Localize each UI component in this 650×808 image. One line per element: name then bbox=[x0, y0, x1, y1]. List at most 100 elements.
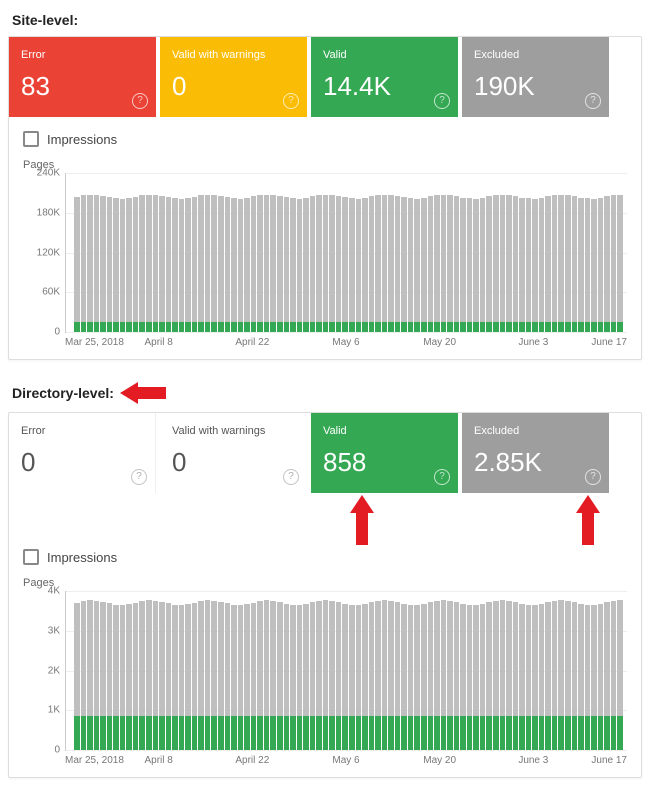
bar bbox=[604, 196, 610, 332]
bar-valid-segment bbox=[500, 322, 506, 332]
bar bbox=[238, 605, 244, 750]
impressions-checkbox[interactable] bbox=[23, 549, 39, 565]
card-excluded[interactable]: Excluded 2.85K ? bbox=[462, 413, 609, 493]
bar-valid-segment bbox=[87, 322, 93, 332]
bar bbox=[120, 605, 126, 750]
bar bbox=[329, 601, 335, 750]
bars bbox=[74, 591, 623, 750]
bars bbox=[74, 173, 623, 332]
bar-valid-segment bbox=[107, 322, 113, 332]
bar-valid-segment bbox=[519, 322, 525, 332]
bar-valid-segment bbox=[382, 322, 388, 332]
bar-valid-segment bbox=[133, 322, 139, 332]
bar bbox=[251, 196, 257, 332]
bar-valid-segment bbox=[356, 716, 362, 750]
bar-valid-segment bbox=[611, 322, 617, 332]
bar bbox=[113, 198, 119, 332]
bar-valid-segment bbox=[159, 716, 165, 750]
section-label-dir: Directory-level: bbox=[12, 382, 642, 404]
bar bbox=[558, 195, 564, 332]
help-icon[interactable]: ? bbox=[585, 93, 601, 109]
impressions-checkbox[interactable] bbox=[23, 131, 39, 147]
bar bbox=[572, 602, 578, 750]
bar bbox=[401, 604, 407, 750]
help-icon[interactable]: ? bbox=[283, 469, 299, 485]
help-icon[interactable]: ? bbox=[131, 469, 147, 485]
bar-valid-segment bbox=[414, 716, 420, 750]
bar-valid-segment bbox=[251, 716, 257, 750]
bar bbox=[179, 605, 185, 750]
bar bbox=[139, 601, 145, 750]
y-axis-title: Pages bbox=[23, 159, 627, 171]
x-tick: May 6 bbox=[332, 337, 359, 348]
bar-valid-segment bbox=[539, 322, 545, 332]
bar-valid-segment bbox=[290, 322, 296, 332]
card-valid[interactable]: Valid 858 ? bbox=[311, 413, 458, 493]
bar-valid-segment bbox=[585, 322, 591, 332]
bar-valid-segment bbox=[375, 716, 381, 750]
x-tick: April 22 bbox=[235, 337, 269, 348]
arrow-up-icon bbox=[576, 495, 600, 545]
bar bbox=[565, 601, 571, 750]
card-label: Error bbox=[21, 49, 144, 61]
bar bbox=[133, 197, 139, 332]
card-error[interactable]: Error 0 ? bbox=[9, 413, 156, 493]
bar-valid-segment bbox=[493, 322, 499, 332]
bar bbox=[198, 195, 204, 332]
bar-valid-segment bbox=[113, 322, 119, 332]
bar-valid-segment bbox=[100, 716, 106, 750]
bar bbox=[388, 195, 394, 332]
card-valid[interactable]: Valid 14.4K ? bbox=[311, 37, 458, 117]
y-tick: 4K bbox=[20, 586, 60, 597]
card-label: Valid with warnings bbox=[172, 425, 295, 437]
bar-valid-segment bbox=[532, 716, 538, 750]
bar-valid-segment bbox=[617, 716, 623, 750]
bar-valid-segment bbox=[388, 322, 394, 332]
bar bbox=[290, 605, 296, 750]
help-icon[interactable]: ? bbox=[585, 469, 601, 485]
bar bbox=[585, 198, 591, 332]
bar bbox=[81, 601, 87, 750]
card-warn[interactable]: Valid with warnings 0 ? bbox=[160, 37, 307, 117]
x-tick: May 20 bbox=[423, 755, 456, 766]
bar-valid-segment bbox=[342, 322, 348, 332]
bar-valid-segment bbox=[192, 322, 198, 332]
bar-valid-segment bbox=[617, 322, 623, 332]
card-label: Valid bbox=[323, 425, 446, 437]
bar-valid-segment bbox=[604, 322, 610, 332]
bar-valid-segment bbox=[362, 716, 368, 750]
bar bbox=[617, 600, 623, 750]
bar bbox=[87, 600, 93, 750]
bar-valid-segment bbox=[473, 322, 479, 332]
bar bbox=[74, 197, 80, 332]
chart-dir: Pages 01K2K3K4K Mar 25, 2018April 8April… bbox=[9, 577, 641, 767]
bar-valid-segment bbox=[434, 716, 440, 750]
card-label: Excluded bbox=[474, 425, 597, 437]
card-excluded[interactable]: Excluded 190K ? bbox=[462, 37, 609, 117]
bar bbox=[284, 604, 290, 751]
bar bbox=[441, 195, 447, 332]
bar-valid-segment bbox=[126, 322, 132, 332]
card-error[interactable]: Error 83 ? bbox=[9, 37, 156, 117]
help-icon[interactable]: ? bbox=[132, 93, 148, 109]
bar bbox=[185, 604, 191, 750]
bar bbox=[388, 601, 394, 750]
help-icon[interactable]: ? bbox=[434, 93, 450, 109]
help-icon[interactable]: ? bbox=[283, 93, 299, 109]
bar-valid-segment bbox=[591, 716, 597, 750]
help-icon[interactable]: ? bbox=[434, 469, 450, 485]
bar bbox=[395, 602, 401, 750]
x-tick: May 6 bbox=[332, 755, 359, 766]
bar-valid-segment bbox=[552, 322, 558, 332]
bar bbox=[460, 604, 466, 750]
y-tick: 3K bbox=[20, 625, 60, 636]
bar-valid-segment bbox=[74, 322, 80, 332]
bar-valid-segment bbox=[467, 322, 473, 332]
bar-valid-segment bbox=[231, 322, 237, 332]
bar-valid-segment bbox=[100, 322, 106, 332]
card-warn[interactable]: Valid with warnings 0 ? bbox=[160, 413, 307, 493]
bar-valid-segment bbox=[198, 716, 204, 750]
bar bbox=[428, 196, 434, 332]
bar bbox=[113, 605, 119, 750]
bar-valid-segment bbox=[87, 716, 93, 750]
